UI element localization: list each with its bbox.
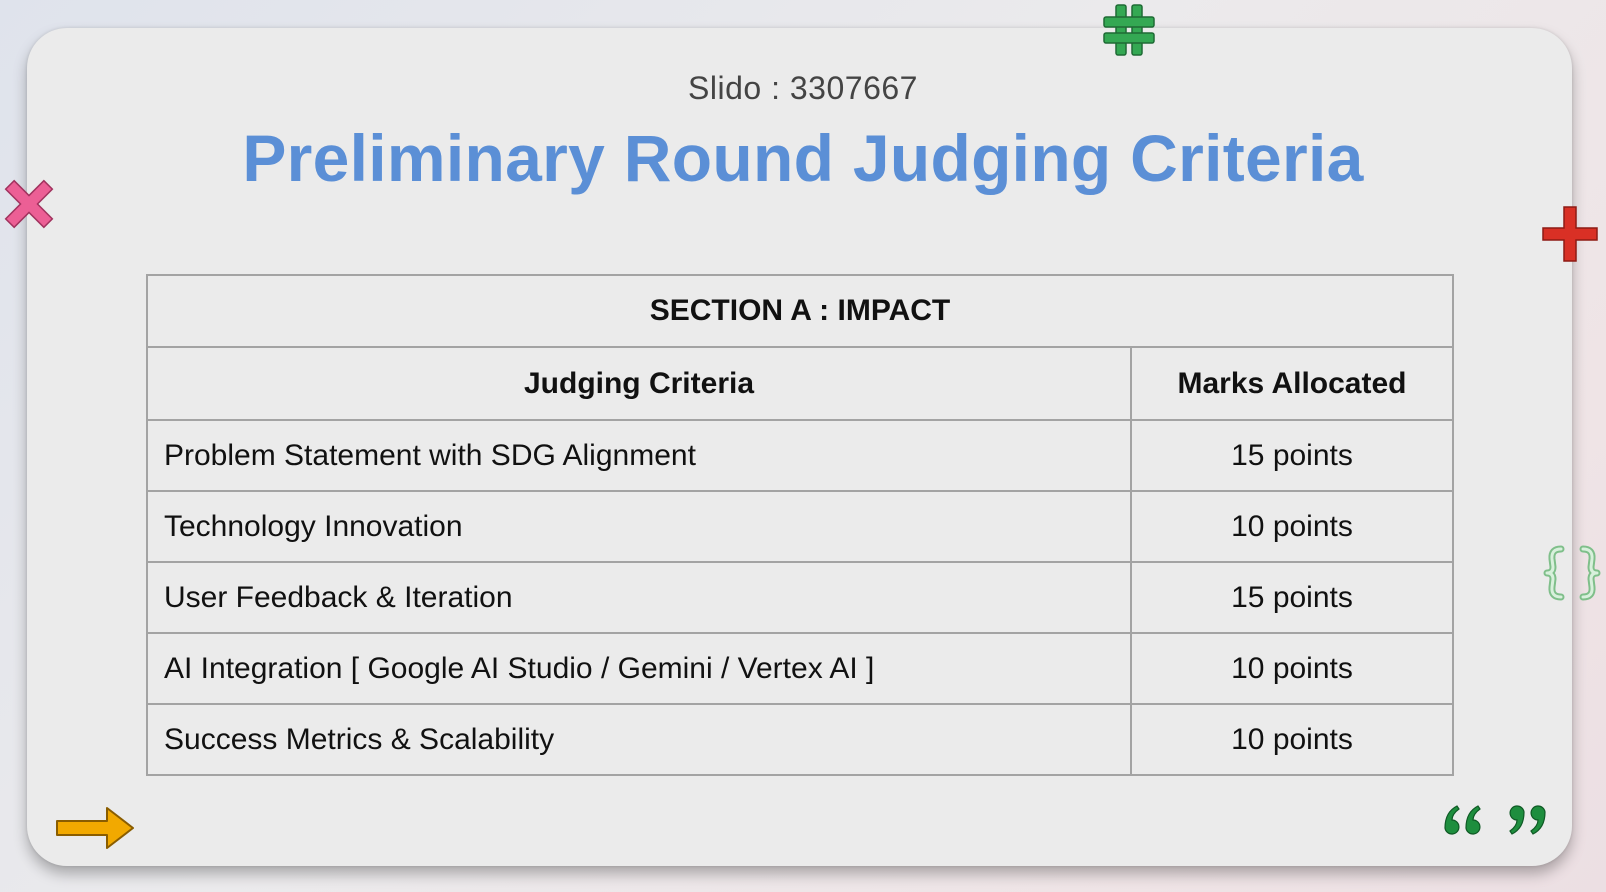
quote-marks-icon — [1444, 805, 1546, 835]
table-row: AI Integration [ Google AI Studio / Gemi… — [146, 632, 1454, 705]
marks-cell: 15 points — [1130, 561, 1454, 634]
page-title: Preliminary Round Judging Criteria — [242, 121, 1364, 195]
table-row: Success Metrics & Scalability 10 points — [146, 703, 1454, 776]
marks-cell: 10 points — [1130, 490, 1454, 563]
marks-cell: 10 points — [1130, 703, 1454, 776]
judging-criteria-table: SECTION A : IMPACT Judging Criteria Mark… — [146, 274, 1454, 776]
section-heading: SECTION A : IMPACT — [146, 274, 1454, 348]
header-row: Judging Criteria Marks Allocated — [146, 346, 1454, 421]
section-row: SECTION A : IMPACT — [146, 274, 1454, 348]
table-row: Technology Innovation 10 points — [146, 490, 1454, 563]
table-row: Problem Statement with SDG Alignment 15 … — [146, 419, 1454, 492]
column-header-marks: Marks Allocated — [1130, 346, 1454, 421]
criteria-cell: AI Integration [ Google AI Studio / Gemi… — [146, 632, 1132, 705]
criteria-cell: User Feedback & Iteration — [146, 561, 1132, 634]
marks-cell: 10 points — [1130, 632, 1454, 705]
criteria-cell: Problem Statement with SDG Alignment — [146, 419, 1132, 492]
plus-icon — [1542, 206, 1598, 262]
arrow-right-icon — [56, 807, 134, 849]
column-header-criteria: Judging Criteria — [146, 346, 1132, 421]
slido-code: Slido : 3307667 — [688, 70, 918, 106]
x-mark-icon — [4, 179, 54, 229]
criteria-cell: Technology Innovation — [146, 490, 1132, 563]
criteria-cell: Success Metrics & Scalability — [146, 703, 1132, 776]
curly-braces-icon — [1543, 545, 1601, 601]
marks-cell: 15 points — [1130, 419, 1454, 492]
table-row: User Feedback & Iteration 15 points — [146, 561, 1454, 634]
hashtag-icon — [1103, 4, 1155, 56]
